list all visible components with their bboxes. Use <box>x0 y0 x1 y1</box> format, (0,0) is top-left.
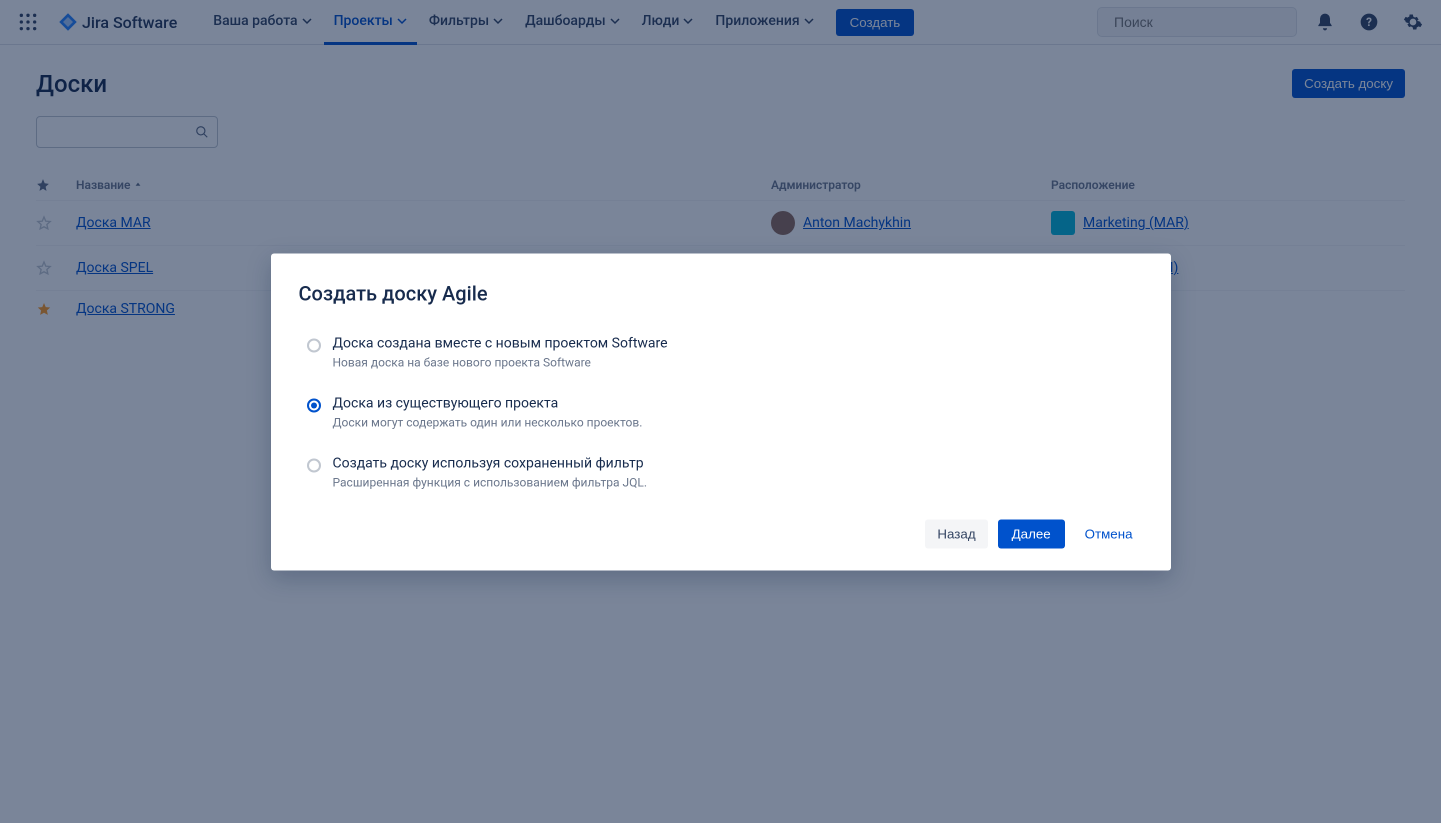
radio-icon <box>307 338 321 352</box>
create-board-modal: Создать доску Agile Доска создана вместе… <box>271 253 1171 570</box>
option-new-software-project[interactable]: Доска создана вместе с новым проектом So… <box>299 325 1143 385</box>
modal-title: Создать доску Agile <box>299 281 1143 305</box>
modal-actions: Назад Далее Отмена <box>299 519 1143 548</box>
option-saved-filter[interactable]: Создать доску используя сохраненный филь… <box>299 445 1143 505</box>
option-existing-project[interactable]: Доска из существующего проекта Доски мог… <box>299 385 1143 445</box>
cancel-button[interactable]: Отмена <box>1075 519 1143 548</box>
option-description: Новая доска на базе нового проекта Softw… <box>333 355 668 369</box>
radio-icon <box>307 458 321 472</box>
option-label: Создать доску используя сохраненный филь… <box>333 455 648 471</box>
back-button[interactable]: Назад <box>925 519 987 548</box>
radio-selected-icon <box>307 398 321 412</box>
option-description: Доски могут содержать один или несколько… <box>333 415 643 429</box>
option-label: Доска создана вместе с новым проектом So… <box>333 335 668 351</box>
option-label: Доска из существующего проекта <box>333 395 643 411</box>
option-description: Расширенная функция с использованием фил… <box>333 475 648 489</box>
next-button[interactable]: Далее <box>998 519 1065 548</box>
